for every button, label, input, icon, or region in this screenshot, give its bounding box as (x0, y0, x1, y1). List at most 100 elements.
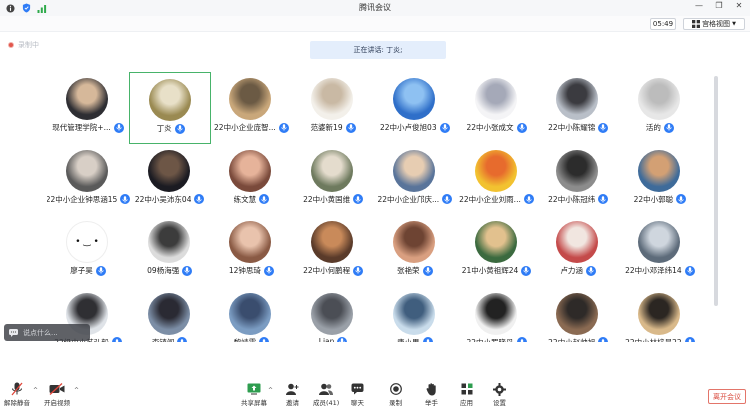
participant-tile[interactable]: 22中小林梓昊22 (619, 287, 701, 342)
window-title: 腾讯会议 (359, 3, 391, 12)
participant-name: 李镇阁 (151, 337, 175, 343)
participant-avatar (637, 292, 680, 335)
minimize-button[interactable]: — (694, 1, 704, 10)
participant-name: 唐小果 (397, 337, 420, 343)
close-button[interactable]: ✕ (734, 1, 744, 10)
participant-avatar (637, 221, 680, 263)
participant-avatar (556, 221, 599, 263)
microphone-icon (177, 337, 188, 342)
participant-name: 卢力涵 (560, 266, 583, 275)
participant-name: 09杨海强 (147, 266, 180, 275)
title-bar: 腾讯会议 — ❐ ✕ (0, 0, 750, 16)
participant-tile[interactable]: 22中小赵帅旭 (537, 287, 619, 342)
participant-tile[interactable]: 黎靖霖 (210, 287, 292, 342)
participant-tile[interactable]: 22中小黄国维 (292, 144, 374, 216)
grid-scrollbar[interactable] (714, 76, 718, 306)
participant-tile[interactable]: 22中小陈冠纬 (537, 144, 619, 216)
participant-name-row: 22中小邓泽纬14 (611, 265, 701, 276)
microphone-icon (684, 337, 695, 342)
participant-tile[interactable]: 22中小企业庞智... (210, 72, 292, 144)
participant-avatar (392, 221, 435, 263)
microphone-icon (95, 265, 106, 276)
raise-hand-button[interactable]: 举手 (425, 382, 438, 407)
participant-tile[interactable]: 22中小吴沛东04 (129, 144, 211, 216)
microphone-icon (516, 337, 527, 342)
participant-tile[interactable]: 22中小罗晓丹 (456, 287, 538, 342)
maximize-button[interactable]: ❐ (714, 1, 724, 10)
record-icon (389, 382, 402, 396)
start-video-label: 开启视频 (44, 399, 70, 407)
chat-button[interactable]: 聊天 (351, 382, 364, 407)
start-video-button[interactable]: 开启视频 (44, 382, 70, 407)
participant-avatar (474, 292, 517, 335)
unmute-button[interactable]: 解除静音 (4, 382, 30, 407)
participant-tile[interactable]: 22中小邓泽纬14 (619, 215, 701, 287)
apps-button[interactable]: 应用 (460, 382, 473, 407)
record-button[interactable]: 录制 (389, 382, 402, 407)
participant-avatar (637, 149, 680, 192)
microphone-icon (259, 194, 270, 204)
participant-name: 22中小何鹏程 (303, 266, 351, 275)
audio-options-chevron-icon[interactable]: ^ (33, 387, 38, 394)
participant-avatar (229, 292, 272, 335)
recording-label: 录制中 (18, 41, 39, 49)
participant-tile[interactable]: 活的 (619, 72, 701, 144)
share-options-chevron-icon[interactable]: ^ (268, 387, 273, 394)
record-label: 录制 (389, 399, 402, 407)
participant-tile[interactable]: 21中小黄祖辉24 (456, 215, 538, 287)
participant-name: 22中小黄国维 (303, 194, 351, 204)
participant-tile[interactable]: 09杨海强 (129, 215, 211, 287)
participant-avatar (147, 292, 190, 335)
participant-avatar (311, 78, 354, 120)
participant-tile[interactable]: 22中小卢俊旭03 (374, 72, 456, 144)
participant-tile[interactable]: 22中小企业刘雨... (456, 144, 538, 216)
participant-avatar (556, 78, 599, 120)
participant-tile[interactable]: 22中小企业钟思涵15 (47, 144, 131, 216)
recording-indicator: 录制中 (8, 40, 39, 50)
gear-icon (493, 382, 506, 396)
leave-meeting-button[interactable]: 离开会议 (708, 389, 746, 404)
participant-name: 练文慧 (233, 194, 257, 204)
settings-button[interactable]: 设置 (493, 382, 506, 407)
participant-tile[interactable]: 22中小郭聪 (619, 144, 701, 216)
participant-tile[interactable]: Lian (292, 287, 374, 342)
participant-tile[interactable]: 唐小果 (374, 287, 456, 343)
participant-tile[interactable]: 22中小企业邝庆... (374, 144, 456, 216)
participant-tile[interactable]: 22中小何鹏程 (292, 215, 374, 287)
participant-name: 22中小吴沛东04 (134, 194, 192, 204)
participant-name: 22中小张成文 (466, 123, 514, 132)
microphone-icon (663, 122, 674, 133)
participant-tile[interactable]: 22中小陈耀锦 (537, 72, 619, 144)
participant-tile[interactable]: 练文慧 (210, 144, 292, 216)
participant-tile[interactable]: • ‿ • 廖子昊 (47, 215, 129, 287)
participant-name: 廖子昊 (70, 266, 93, 275)
participant-tile[interactable]: 张艳荣 (374, 215, 456, 287)
participant-tile[interactable]: 范婆新19 (292, 72, 374, 144)
share-screen-button[interactable]: 共享屏幕 (241, 382, 267, 407)
participant-name-row: 22中小林梓昊22 (611, 337, 701, 342)
participant-tile[interactable]: 现代管理学院+... (47, 72, 129, 144)
participant-tile[interactable]: 李镇阁 (129, 287, 211, 343)
microphone-icon (263, 265, 274, 276)
participant-avatar (392, 149, 435, 192)
chat-input-bubble[interactable]: 说点什么... (4, 324, 90, 341)
chat-input-placeholder: 说点什么... (23, 328, 58, 337)
settings-label: 设置 (493, 399, 506, 407)
apps-label: 应用 (460, 399, 473, 407)
participant-avatar (474, 78, 517, 120)
speaking-banner: 正在讲话: 丁炎; (310, 41, 446, 59)
participant-tile[interactable]: 丁炎 (128, 72, 211, 144)
participant-tile[interactable]: 12钟思琦 (210, 215, 292, 287)
members-label: 成员(41) (313, 399, 340, 407)
view-switch-button[interactable]: 宫格视图 ▼ (683, 18, 745, 30)
participant-tile[interactable]: 22中小张成文 (456, 72, 538, 144)
video-options-chevron-icon[interactable]: ^ (74, 387, 79, 394)
participant-avatar (229, 221, 272, 263)
participant-avatar (148, 79, 191, 121)
microphone-icon (337, 336, 348, 342)
participant-tile[interactable]: 卢力涵 (537, 215, 619, 287)
invite-button[interactable]: 邀请 (286, 382, 299, 407)
invite-label: 邀请 (286, 399, 299, 407)
participant-grid: 现代管理学院+... 丁炎 22中小企业庞智... 范婆新19 22中小卢俊旭03 22中… (47, 72, 701, 342)
members-button[interactable]: 成员(41) (313, 382, 339, 407)
